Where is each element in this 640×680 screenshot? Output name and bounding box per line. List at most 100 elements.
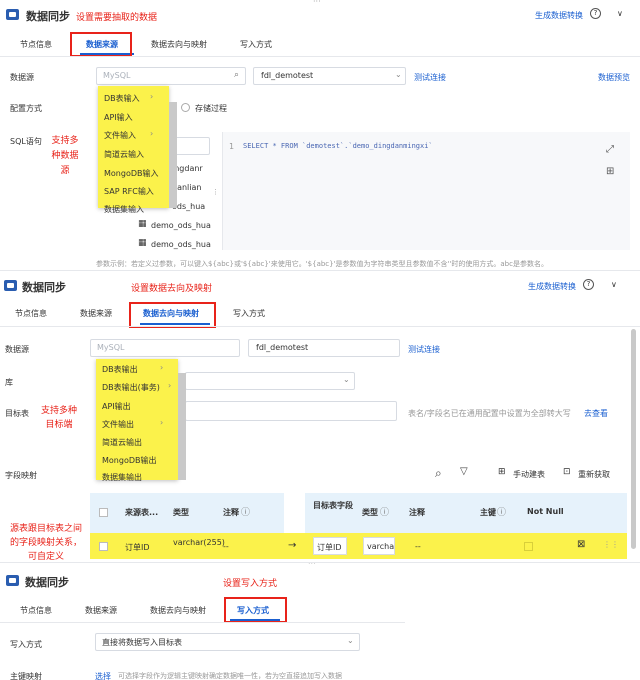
dropdown-item[interactable]: DB表输出 xyxy=(102,364,138,375)
tab-divider xyxy=(0,622,405,623)
mapping-label: 字段映射 xyxy=(5,471,37,480)
target-header-row: 目标表字段 类型 ⓘ 注释 主键 ⓘ Not Null xyxy=(305,493,627,533)
search-icon: ⌕ xyxy=(234,70,240,80)
test-connection-link[interactable]: 测试连接 xyxy=(414,72,446,83)
page-scrollbar[interactable] xyxy=(631,329,636,549)
tab-divider xyxy=(0,56,640,57)
table-search[interactable] xyxy=(172,137,210,155)
target-table-label: 目标表 xyxy=(5,409,29,418)
sync-logo-icon xyxy=(6,9,19,20)
table-item[interactable]: demo_ods_hua xyxy=(151,240,211,249)
dropdown-item[interactable]: 简道云输入 xyxy=(104,149,144,160)
source-type: varchar(255) xyxy=(173,538,225,547)
dropdown-scrollbar[interactable] xyxy=(169,102,177,208)
drag-handle[interactable]: ··· xyxy=(313,0,321,6)
help-icon[interactable]: ? xyxy=(590,8,601,19)
page-title: 数据同步 xyxy=(22,281,66,294)
dropdown-item[interactable]: 数据集输出 xyxy=(102,472,142,483)
search-icon[interactable]: ⌕ xyxy=(435,466,442,481)
tab-node-info[interactable]: 节点信息 xyxy=(20,605,52,616)
delete-row-icon[interactable]: ⊠ xyxy=(577,539,585,550)
sql-editor[interactable]: 1 SELECT * FROM `demotest`.`demo_dingdan… xyxy=(222,132,630,250)
tab-node-info[interactable]: 节点信息 xyxy=(15,308,47,319)
param-hint: 参数示例：若定义过参数，可以键入${abc}或'${abc}'来使用它。'${a… xyxy=(96,260,548,268)
drag-handle[interactable]: ··· xyxy=(302,271,310,275)
convert-link[interactable]: 生成数据转换 xyxy=(528,281,576,292)
dropdown-item[interactable]: DB表输入 xyxy=(104,93,140,104)
pk-checkbox[interactable] xyxy=(524,542,533,551)
help-icon[interactable]: ? xyxy=(583,279,594,290)
drag-row-handle[interactable]: ⋮⋮ xyxy=(603,540,619,549)
chevron-right-icon: › xyxy=(150,92,154,101)
db-select[interactable]: ⌄ xyxy=(185,372,355,390)
tab-data-source[interactable]: 数据来源 xyxy=(85,605,117,616)
datasource-select[interactable]: MySQL xyxy=(90,339,240,357)
target-field-input[interactable]: 订单ID xyxy=(313,537,347,555)
dropdown-item[interactable]: MongoDB输出 xyxy=(102,455,157,466)
connection-select[interactable]: fdl_demotest xyxy=(248,339,400,357)
connection-select[interactable]: fdl_demotest ⌄ xyxy=(253,67,406,85)
col-header: 类型 xyxy=(173,508,189,517)
datasource-select[interactable]: MySQL ⌕ xyxy=(96,67,246,85)
filter-icon[interactable]: ▽ xyxy=(460,466,468,477)
dropdown-item[interactable]: 文件输入 xyxy=(104,130,136,141)
collapse-icon[interactable]: ∨ xyxy=(611,280,617,289)
col-header: 来源表... xyxy=(125,508,159,517)
table-item[interactable]: demo_ods_hua xyxy=(151,221,211,230)
dropdown-item[interactable]: 简道云输出 xyxy=(102,437,142,448)
col-header: 目标表字段 xyxy=(313,501,353,510)
chevron-right-icon: › xyxy=(150,129,154,138)
mapping-row: 订单ID varchar(255) -- → 订单ID varcha -- ⊠ … xyxy=(90,533,627,559)
tab-destination[interactable]: 数据去向与映射 xyxy=(150,605,206,616)
info-icon: ⓘ xyxy=(497,508,507,518)
dropdown-item[interactable]: 文件输出 xyxy=(102,419,134,430)
dropdown-scrollbar[interactable] xyxy=(178,373,186,480)
create-table-icon: ⊞ xyxy=(498,467,506,477)
tab-write-mode[interactable]: 写入方式 xyxy=(233,308,265,319)
view-link[interactable]: 去查看 xyxy=(584,408,608,419)
dropdown-item[interactable]: API输入 xyxy=(104,112,133,123)
dropdown-item[interactable]: DB表输出(事务) xyxy=(102,382,160,393)
tab-destination[interactable]: 数据去向与映射 xyxy=(151,39,207,50)
dropdown-item[interactable]: MongoDB输入 xyxy=(104,168,159,179)
connection-value: fdl_demotest xyxy=(256,343,309,352)
select-all-checkbox[interactable] xyxy=(99,508,108,517)
expand-icon[interactable]: ⤢ xyxy=(606,144,614,155)
dropdown-item[interactable]: SAP RFC输入 xyxy=(104,186,154,197)
collapse-icon[interactable]: ∨ xyxy=(617,9,623,18)
annotation-destination: 设置数据去向及映射 xyxy=(131,284,213,294)
refetch-button[interactable]: 重新获取 xyxy=(578,469,610,480)
dropdown-item[interactable]: API输出 xyxy=(102,401,131,412)
sql-text: SELECT * FROM `demotest`.`demo_dingdanmi… xyxy=(243,142,433,150)
input-type-dropdown: DB表输入 › API输入 文件输入 › 简道云输入 MongoDB输入 SAP R… xyxy=(98,86,169,214)
test-connection-link[interactable]: 测试连接 xyxy=(408,344,440,355)
stored-proc-radio[interactable] xyxy=(181,103,190,112)
dropdown-item[interactable]: 数据集输入 xyxy=(104,204,144,215)
col-header: 类型 xyxy=(362,508,378,517)
sql-label: SQL语句 xyxy=(10,137,42,146)
drag-handle[interactable]: ··· xyxy=(308,563,316,568)
col-header: 主键 xyxy=(480,508,496,517)
tab-data-source[interactable]: 数据来源 xyxy=(80,308,112,319)
convert-link[interactable]: 生成数据转换 xyxy=(535,10,583,21)
manual-create-button[interactable]: 手动建表 xyxy=(513,469,545,480)
config-label: 配置方式 xyxy=(10,104,42,113)
pk-select-link[interactable]: 选择 xyxy=(95,671,111,680)
format-icon[interactable]: ⊞ xyxy=(606,166,614,177)
write-mode-select[interactable]: 直接将数据写入目标表 ⌄ xyxy=(95,633,360,651)
chevron-down-icon: ⌄ xyxy=(343,375,350,384)
chevron-right-icon: › xyxy=(160,418,164,427)
annotation-multi-target: 支持多种目标端 xyxy=(40,406,77,430)
target-type-input[interactable]: varcha xyxy=(363,537,395,555)
row-checkbox[interactable] xyxy=(99,542,108,551)
tab-node-info[interactable]: 节点信息 xyxy=(20,39,52,50)
data-preview-link[interactable]: 数据预览 xyxy=(598,72,630,83)
connection-value: fdl_demotest xyxy=(261,71,314,80)
tab-write-mode[interactable]: 写入方式 xyxy=(240,39,272,50)
table-hint: 表名/字段名已在通用配置中设置为全部转大写 xyxy=(408,409,571,418)
stored-proc-label: 存储过程 xyxy=(195,104,227,113)
pk-hint: 可选择字段作为逻辑主键映射确定数据唯一性，若为空直接追加写入数据 xyxy=(118,672,342,680)
target-table-select[interactable] xyxy=(185,401,397,421)
target-comment: -- xyxy=(415,542,421,551)
tab-divider xyxy=(0,326,640,327)
